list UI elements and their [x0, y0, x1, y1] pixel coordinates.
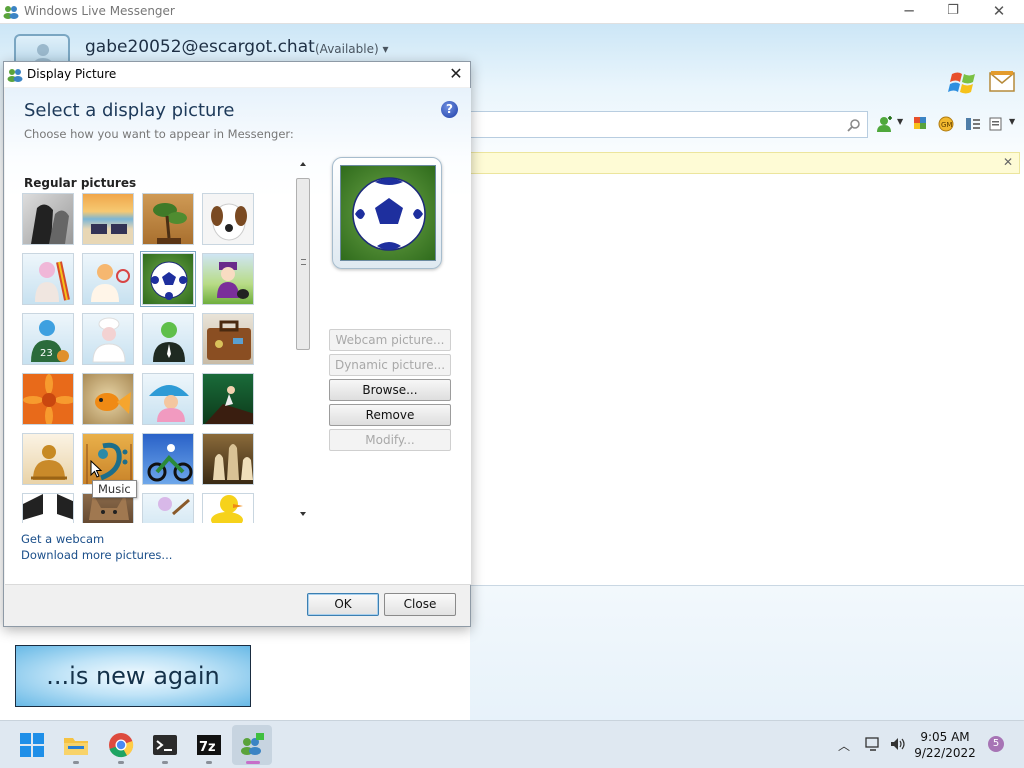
selected-picture-preview: [332, 157, 442, 269]
picture-scrollbar[interactable]: [294, 162, 316, 520]
preview-image: [340, 165, 436, 261]
contact-list-layout-icon[interactable]: [964, 116, 982, 132]
svg-text:GM: GM: [941, 121, 952, 129]
status-text: (Available): [315, 42, 379, 56]
picture-soccer-ball[interactable]: [140, 251, 196, 307]
picture-grid: 23: [22, 193, 272, 523]
active-indicator: [246, 761, 260, 764]
running-indicator: [162, 761, 168, 764]
picture-business-figure[interactable]: [142, 313, 194, 365]
lower-panel: [470, 586, 1024, 720]
section-heading: Regular pictures: [24, 176, 137, 190]
chrome-icon[interactable]: [107, 731, 135, 759]
mail-icon[interactable]: [988, 70, 1016, 94]
scroll-thumb[interactable]: [296, 178, 310, 350]
volume-icon[interactable]: [889, 736, 907, 752]
info-bar: ✕: [470, 152, 1020, 174]
running-indicator: [206, 761, 212, 764]
info-bar-close-icon[interactable]: ✕: [1003, 155, 1013, 169]
picture-mountain-climber[interactable]: [202, 373, 254, 425]
terminal-icon[interactable]: [151, 731, 179, 759]
picture-buddha-figure[interactable]: [22, 433, 74, 485]
picture-horses[interactable]: [22, 193, 74, 245]
picture-guitar-figure[interactable]: [142, 493, 194, 523]
show-menu-icon[interactable]: [989, 116, 1007, 132]
clock[interactable]: 9:05 AM 9/22/2022: [910, 729, 980, 761]
7zip-icon[interactable]: 7z: [195, 731, 223, 759]
picture-chef-figure[interactable]: [82, 313, 134, 365]
grip-icon: [301, 259, 306, 265]
svg-text:23: 23: [40, 348, 53, 359]
running-indicator: [73, 761, 79, 764]
dialog-subheading: Choose how you want to appear in Messeng…: [24, 127, 294, 141]
running-indicator: [118, 761, 124, 764]
file-explorer-icon[interactable]: [62, 731, 90, 759]
minimize-button[interactable]: ─: [886, 0, 932, 24]
scroll-up-icon[interactable]: [300, 162, 306, 166]
webcam-picture-button[interactable]: Webcam picture...: [329, 329, 451, 351]
clock-time: 9:05 AM: [920, 730, 970, 744]
mouse-cursor-icon: [90, 460, 102, 478]
picture-basketball-figure[interactable]: 23: [22, 313, 74, 365]
dialog-title: Display Picture: [27, 67, 117, 81]
ok-button[interactable]: OK: [307, 593, 379, 616]
window-title: Windows Live Messenger: [24, 4, 175, 18]
gm-activity-icon[interactable]: GM: [937, 116, 955, 132]
picture-beach-ball-figure[interactable]: [142, 373, 194, 425]
picture-daisy[interactable]: [22, 373, 74, 425]
add-contact-icon[interactable]: [876, 116, 894, 132]
clock-date: 9/22/2022: [914, 746, 976, 760]
footer-separator: [5, 584, 471, 585]
picture-goldfish[interactable]: [82, 373, 134, 425]
maximize-button[interactable]: ❐: [930, 0, 976, 24]
scroll-down-icon[interactable]: [300, 512, 306, 516]
download-pictures-link[interactable]: Download more pictures...: [21, 548, 172, 562]
title-bar: Windows Live Messenger ─ ❐ ✕: [0, 0, 1024, 24]
search-icon: [847, 119, 860, 132]
help-icon[interactable]: ?: [441, 101, 458, 118]
dynamic-picture-button[interactable]: Dynamic picture...: [329, 354, 451, 376]
chevron-down-icon: ▾: [382, 42, 389, 56]
svg-text:7z: 7z: [199, 740, 216, 755]
picture-snowboarder-kid[interactable]: [202, 253, 254, 305]
close-button[interactable]: ✕: [976, 0, 1022, 24]
promo-text: ...is new again: [46, 662, 220, 690]
dialog-heading: Select a display picture: [24, 100, 235, 121]
picture-beach-chairs[interactable]: [82, 193, 134, 245]
messenger-icon: [3, 6, 19, 19]
notification-badge[interactable]: 5: [988, 736, 1004, 752]
start-icon[interactable]: [18, 731, 46, 759]
dialog-close-button[interactable]: ✕: [444, 64, 468, 84]
modify-button[interactable]: Modify...: [329, 429, 451, 451]
picture-bonsai[interactable]: [142, 193, 194, 245]
picture-soccer-figure[interactable]: [22, 493, 74, 523]
network-icon[interactable]: [864, 736, 882, 752]
dialog-close-action-button[interactable]: Close: [384, 593, 456, 616]
picture-surfboard-figure[interactable]: [22, 253, 74, 305]
picture-dog[interactable]: [202, 193, 254, 245]
chevron-up-icon[interactable]: ︿: [838, 737, 850, 754]
games-icon[interactable]: [911, 116, 929, 132]
remove-button[interactable]: Remove: [329, 404, 451, 426]
picture-tooltip: Music: [92, 480, 137, 498]
chevron-down-icon[interactable]: ▼: [897, 117, 903, 126]
picture-chess[interactable]: [202, 433, 254, 485]
picture-rubber-duck[interactable]: [202, 493, 254, 523]
display-picture-dialog: Display Picture ✕ Select a display pictu…: [3, 61, 471, 627]
browse-button[interactable]: Browse...: [329, 379, 451, 401]
get-webcam-link[interactable]: Get a webcam: [21, 532, 104, 546]
promo-banner[interactable]: ...is new again: [15, 645, 251, 707]
status-selector[interactable]: (Available) ▾: [315, 42, 389, 56]
messenger-taskbar-icon[interactable]: [238, 731, 266, 759]
picture-suitcase[interactable]: [202, 313, 254, 365]
chevron-down-icon[interactable]: ▼: [1009, 117, 1015, 126]
picture-dirt-bike[interactable]: [142, 433, 194, 485]
dialog-title-bar: Display Picture ✕: [4, 62, 470, 87]
account-email[interactable]: gabe20052@escargot.chat: [85, 37, 315, 57]
taskbar: 7z ︿ 9:05 AM 9/22/2022 5: [0, 720, 1024, 768]
search-input[interactable]: [470, 111, 868, 138]
messenger-icon: [7, 69, 23, 82]
picture-tennis-figure[interactable]: [82, 253, 134, 305]
windows-flag-icon[interactable]: [948, 70, 978, 96]
